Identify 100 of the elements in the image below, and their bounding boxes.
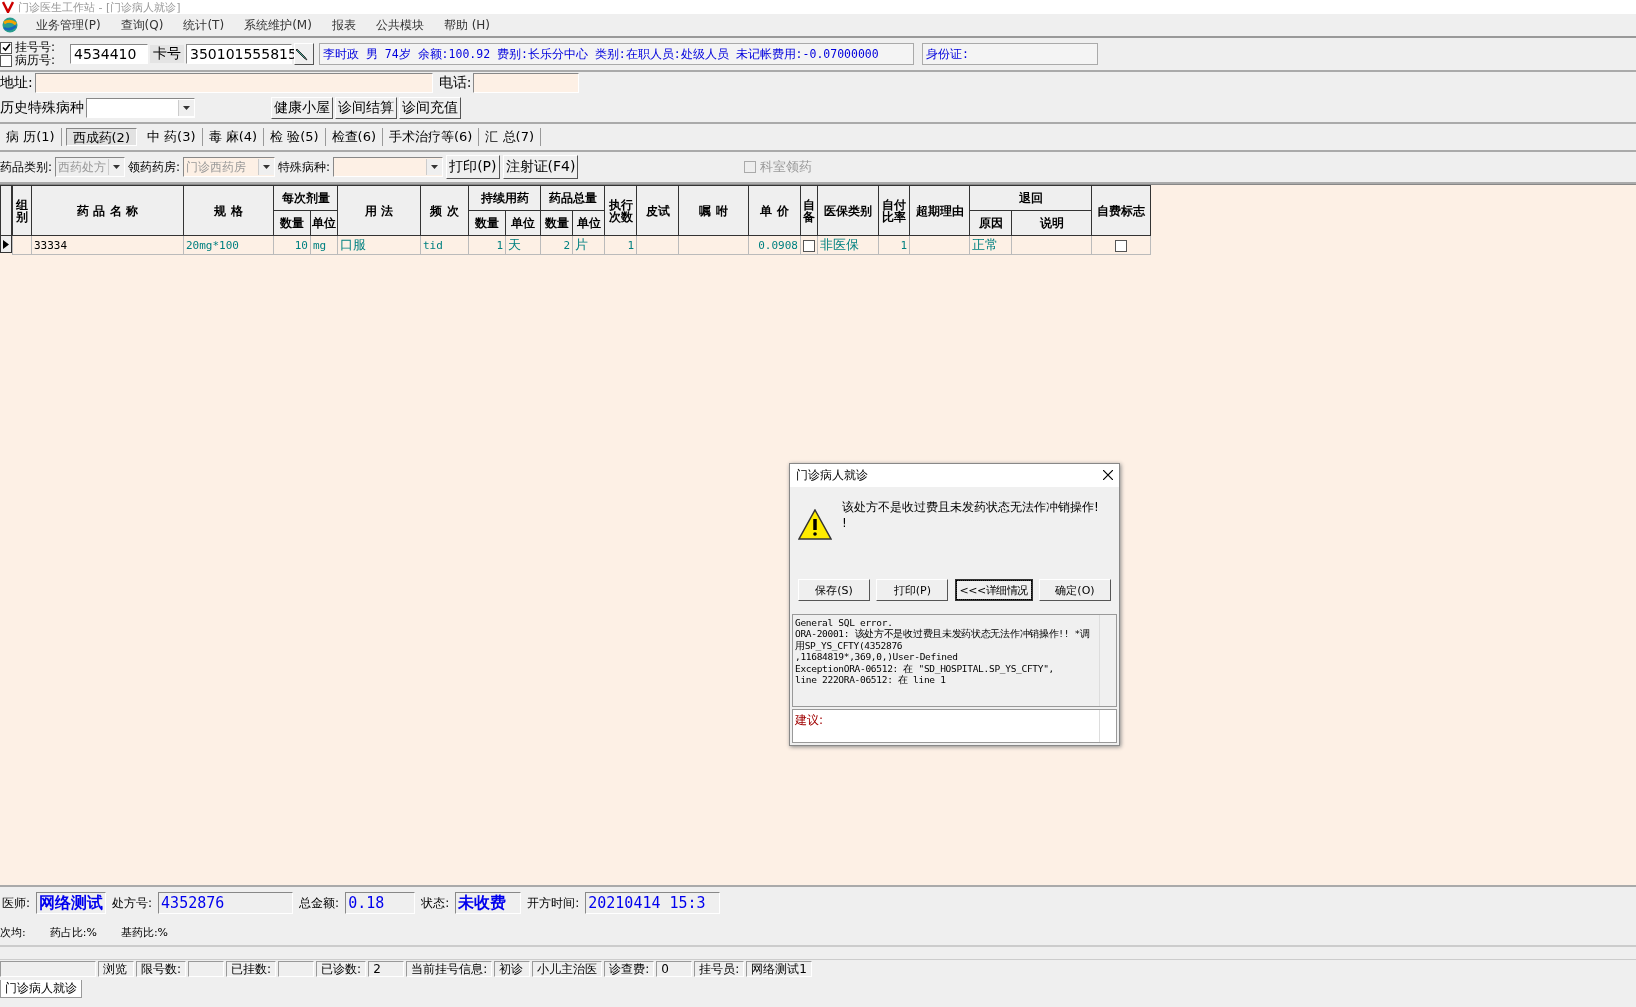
column-header: 超期理由 (909, 185, 970, 236)
status-panel: 已挂数: (226, 961, 277, 977)
app-icon (2, 1, 14, 13)
action-button[interactable]: 诊间结算 (335, 97, 397, 119)
status-panel: 当前挂号信息: (406, 961, 493, 977)
action-button[interactable]: 注射证(F4) (502, 155, 579, 179)
info-field: 4352876 (158, 892, 294, 914)
logo-icon (2, 17, 18, 33)
table-cell: 33334 (31, 235, 184, 255)
table-cell: 天 (505, 235, 541, 255)
column-header: 药品总量 (540, 185, 605, 211)
action-button[interactable]: 诊间充值 (399, 97, 461, 119)
tab[interactable]: 汇 总(7) (479, 128, 541, 146)
checkbox[interactable] (1115, 239, 1127, 252)
registration-number-field[interactable]: 4534410 (70, 44, 148, 64)
dialog-title: 门诊病人就诊 (796, 466, 868, 484)
history-disease-label: 历史特殊病种 (0, 99, 84, 117)
window-title: 门诊医生工作站 - [门诊病人就诊] (18, 0, 181, 15)
dialog-button[interactable]: <<<详细情况 (954, 579, 1033, 602)
info-field: 网络测试 (36, 892, 107, 914)
warning-icon (798, 508, 832, 541)
action-button[interactable]: 健康小屋 (271, 97, 333, 119)
close-icon[interactable] (1103, 470, 1113, 481)
column-header: 单 价 (748, 185, 801, 236)
status-value: 小儿主治医 (532, 961, 603, 977)
card-label: 卡号 (150, 45, 184, 63)
table-cell: 10 (273, 235, 311, 255)
tab[interactable]: 检 验(5) (264, 128, 326, 146)
card-reader-button[interactable] (294, 43, 314, 65)
table-cell: 1 (604, 235, 637, 255)
dialog-button[interactable]: 打印(P) (876, 579, 949, 602)
status-panel: 已诊数: (316, 961, 367, 977)
column-header: 用 法 (337, 185, 421, 236)
column-header: 嘱 咐 (678, 185, 749, 236)
pen-icon (295, 47, 309, 61)
action-button[interactable]: 打印(P) (446, 155, 500, 179)
tab[interactable]: 病 历(1) (0, 128, 62, 146)
checkbox[interactable] (0, 54, 12, 67)
header-corner (0, 185, 12, 236)
status-panel: 限号数: (136, 961, 187, 977)
status-value: 0 (656, 961, 693, 977)
status-panel: 挂号员: (694, 961, 745, 977)
field-label: 处方号: (112, 894, 153, 912)
table-cell: tid (420, 235, 469, 255)
table-cell: mg (310, 235, 338, 255)
error-details: General SQL error. ORA-20001: 该处方不是收过费且未发药状态无法作冲销操作!! *调用SP_YS_CFTY(4352876 ,11684819*,369,0,)User-Defined ExceptionORA-06512: 在 "SD_HOSPITAL.SP_YS_CFTY", line 222ORA-06512: 在 line 1 (794, 615, 1091, 688)
table-cell: 1 (468, 235, 506, 255)
address-field[interactable] (34, 73, 433, 93)
column-header: 规 格 (183, 185, 274, 236)
menu-item[interactable]: 业务管理(P) (34, 16, 103, 34)
menu-item[interactable]: 查询(Q) (118, 16, 166, 34)
checkbox-label: 病历号: (15, 54, 56, 67)
tab[interactable]: 手术治疗等(6) (383, 128, 480, 146)
table-cell: 非医保 (817, 235, 879, 255)
column-header: 皮试 (636, 185, 679, 236)
pharmacy-label: 领药药房: (128, 158, 181, 176)
column-header: 医保类别 (817, 185, 879, 236)
status-panel (188, 961, 225, 977)
column-header: 说明 (1011, 210, 1092, 236)
stat-label: 基药比:% (120, 924, 169, 940)
phone-field[interactable] (473, 73, 580, 93)
field-label: 状态: (421, 894, 450, 912)
card-number-field[interactable]: 350101555815 (186, 44, 292, 64)
window-tab[interactable]: 门诊病人就诊 (0, 980, 82, 998)
status-panel (278, 961, 315, 977)
tab[interactable]: 西成药(2) (65, 128, 137, 146)
column-header: 频 次 (420, 185, 469, 236)
column-header: 每次剂量 (273, 185, 338, 211)
field-label: 开方时间: (527, 894, 580, 912)
address-label: 地址: (0, 74, 33, 92)
menu-item[interactable]: 统计(T) (181, 16, 227, 34)
table-cell: 1 (878, 235, 910, 255)
table-cell: 口服 (337, 235, 421, 255)
advice-label: 建议: (794, 712, 825, 730)
tab[interactable]: 中 药(3) (140, 128, 203, 146)
column-header: 持续用药 (468, 185, 541, 211)
menu-item[interactable]: 系统维护(M) (242, 16, 314, 34)
tab[interactable]: 毒 麻(4) (202, 128, 265, 146)
checkbox[interactable] (803, 239, 815, 252)
column-header: 组别 (12, 185, 32, 236)
dialog-button[interactable]: 确定(O) (1039, 579, 1111, 602)
table-cell: 片 (572, 235, 605, 255)
checkbox[interactable] (744, 161, 757, 173)
status-value: 2 (368, 961, 405, 977)
table-cell: 20mg*100 (183, 235, 274, 255)
row-selector[interactable] (0, 236, 12, 253)
column-header: 退回 (969, 185, 1092, 211)
tab[interactable]: 检查(6) (325, 128, 384, 146)
checkbox[interactable] (0, 41, 12, 54)
menu-item[interactable]: 报表 (329, 16, 358, 34)
special-disease-label: 特殊病种: (278, 158, 331, 176)
column-header: 药 品 名 称 (31, 185, 184, 236)
error-message: 该处方不是收过费且未发药状态无法作冲销操作! ! (842, 498, 1099, 532)
menu-item[interactable]: 公共模块 (373, 16, 426, 34)
table-cell: 2 (540, 235, 573, 255)
column-header: 执行次数 (604, 185, 637, 236)
dialog-button[interactable]: 保存(S) (798, 579, 870, 602)
menu-item[interactable]: 帮助 (H) (441, 16, 493, 34)
status-value: 网络测试1 (746, 961, 812, 977)
info-field: 未收费 (455, 892, 522, 914)
